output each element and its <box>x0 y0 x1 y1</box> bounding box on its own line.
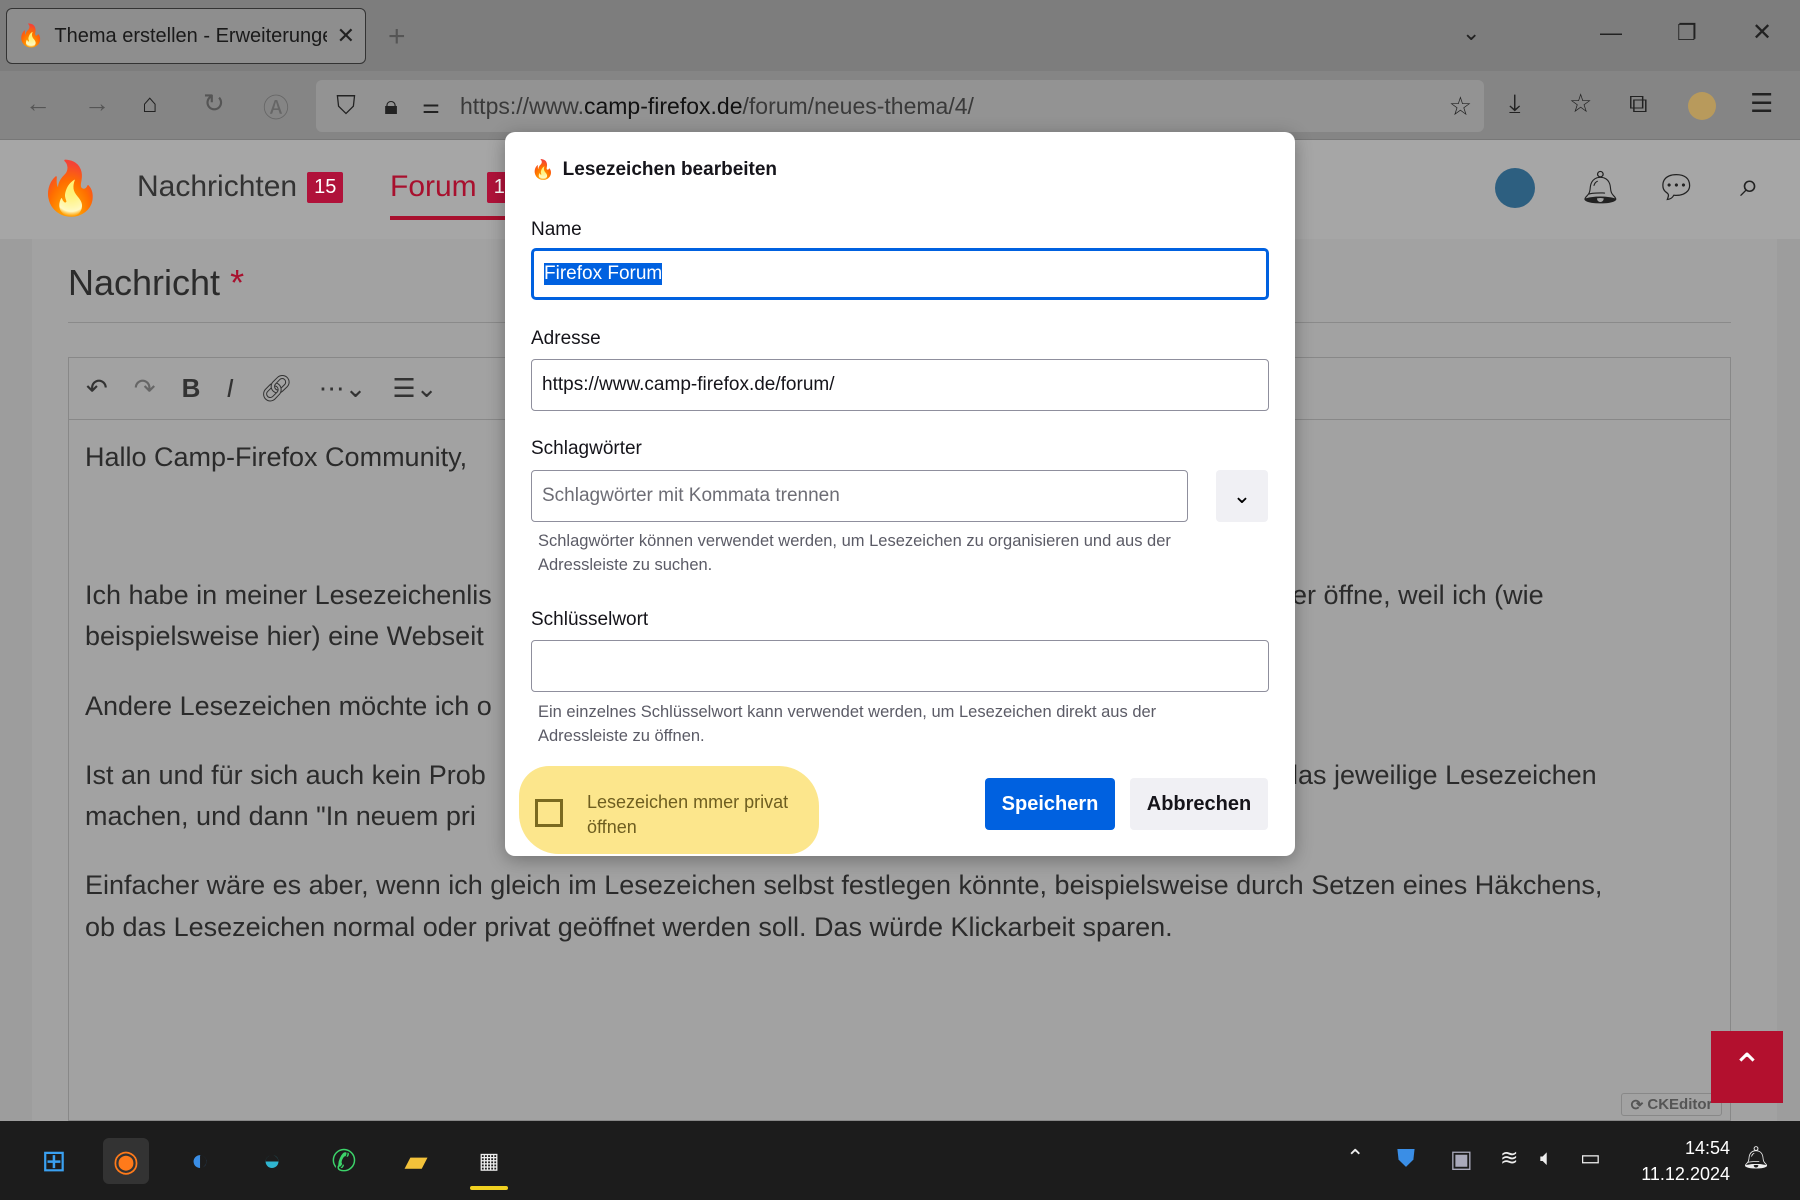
tags-help: Schlagwörter können verwendet werden, um… <box>538 532 1171 574</box>
bold-icon[interactable]: B <box>182 373 201 404</box>
forward-icon[interactable]: → <box>84 88 110 119</box>
save-button[interactable]: Speichern <box>985 778 1115 830</box>
scroll-to-top-button[interactable]: ⌃ <box>1711 1031 1783 1103</box>
notifications-bell-icon[interactable]: 🔔︎ <box>1580 168 1621 206</box>
more-icon[interactable]: ⋯⌄ <box>319 373 367 404</box>
url-prefix: https://www. <box>460 92 584 119</box>
whatsapp-taskbar-icon[interactable]: ✆ <box>321 1138 367 1184</box>
editor-line: er öffne, weil ich (wie <box>1292 580 1544 610</box>
message-heading: Nachricht * <box>68 262 245 303</box>
editor-line: machen, und dann "In neuem pri <box>85 801 476 831</box>
ckeditor-badge[interactable]: ⟳ CKEditor <box>1621 1093 1722 1116</box>
bookmarks-icon[interactable]: ☆ <box>1569 88 1592 119</box>
site-logo-flame-icon[interactable]: 🔥 <box>38 158 103 219</box>
tags-placeholder: Schlagwörter mit Kommata trennen <box>542 485 840 506</box>
editor-line: beispielsweise hier) eine Webseit <box>85 621 484 651</box>
tags-dropdown-button[interactable]: ⌄ <box>1216 470 1268 522</box>
italic-icon[interactable]: I <box>226 373 233 404</box>
menu-icon[interactable]: ☰ <box>1750 88 1773 119</box>
firefox-taskbar-icon[interactable]: ◉ <box>103 1138 149 1184</box>
private-checkbox-label[interactable]: Lesezeichen mmer privat öffnen <box>587 790 807 840</box>
security-shield-icon[interactable]: ⛊ <box>1397 1145 1415 1173</box>
conversations-icon[interactable]: 💬︎ <box>1656 168 1697 206</box>
name-value-selected: Firefox Forum <box>544 263 663 285</box>
account-avatar[interactable] <box>1688 92 1716 120</box>
browser-tab[interactable]: 🔥 Thema erstellen - Erweiterunge ✕ <box>6 8 366 64</box>
new-tab-icon[interactable]: + <box>388 20 406 54</box>
keyword-label: Schlüsselwort <box>531 609 649 630</box>
chevron-down-icon: ⌄ <box>1232 483 1252 508</box>
thunderbird-taskbar-icon[interactable]: ◐ <box>177 1138 223 1184</box>
dialog-title: 🔥 Lesezeichen bearbeiten <box>531 159 778 181</box>
keyword-help: Ein einzelnes Schlüsselwort kann verwend… <box>538 703 1157 745</box>
name-input[interactable]: Firefox Forum <box>531 248 1269 300</box>
editor-line: Einfacher wäre es aber, wenn ich gleich … <box>85 870 1603 900</box>
translate-icon[interactable]: Ⓐ <box>263 88 289 125</box>
time: 14:54 <box>1684 1138 1730 1158</box>
clock[interactable]: 14:54 11.12.2024 <box>1625 1135 1730 1187</box>
url-path: /forum/neues-thema/4/ <box>742 92 974 119</box>
nav-label: Forum <box>390 170 477 203</box>
flame-icon: 🔥 <box>531 160 555 181</box>
address-input[interactable]: https://www.camp-firefox.de/forum/ <box>531 359 1269 411</box>
edge-taskbar-icon[interactable]: ◒ <box>249 1138 295 1184</box>
editor-line: Ich habe in meiner Lesezeichenlis <box>85 580 492 610</box>
address-value: https://www.camp-firefox.de/forum/ <box>542 374 835 395</box>
private-checkbox[interactable] <box>535 799 563 827</box>
url-domain: camp-firefox.de <box>583 92 743 119</box>
cancel-button[interactable]: Abbrechen <box>1130 778 1268 830</box>
nav-forum[interactable]: Forum15 <box>390 170 523 220</box>
link-icon[interactable]: 🔗︎ <box>260 373 293 404</box>
editor-line: ob das Lesezeichen normal oder privat ge… <box>85 912 1173 942</box>
list-icon[interactable]: ☰⌄ <box>392 373 437 404</box>
shield-icon[interactable]: ⛉ <box>328 90 364 122</box>
permissions-icon[interactable]: ⚌ <box>416 94 446 119</box>
tags-input[interactable]: Schlagwörter mit Kommata trennen <box>531 470 1188 522</box>
keyword-input[interactable] <box>531 640 1269 692</box>
minimize-icon[interactable]: — <box>1600 20 1622 46</box>
editor-line: Hallo Camp-Firefox Community, <box>85 442 468 472</box>
tab-list-chevron-icon[interactable]: ⌄ <box>1462 20 1480 46</box>
close-window-icon[interactable]: ✕ <box>1752 18 1772 47</box>
url-bar[interactable]: ⛉ 🔒︎ ⚌ https://www. camp-firefox.de/forum… <box>316 80 1484 132</box>
reload-icon[interactable]: ↻ <box>203 88 225 119</box>
file-explorer-taskbar-icon[interactable]: ▰ <box>393 1138 439 1184</box>
video-editor-taskbar-icon[interactable]: ▦ <box>466 1138 512 1184</box>
battery-icon[interactable]: ▭ <box>1580 1145 1601 1171</box>
edit-bookmark-dialog: 🔥 Lesezeichen bearbeiten Name Firefox For… <box>505 132 1295 856</box>
tab-title: Thema erstellen - Erweiterunge <box>54 24 327 47</box>
start-windows-icon[interactable]: ⊞ <box>31 1138 77 1184</box>
bookmark-star-icon[interactable]: ☆ <box>1449 91 1472 122</box>
wifi-icon[interactable]: ≋ <box>1500 1145 1518 1171</box>
editor-line: Andere Lesezeichen möchte ich o <box>85 691 492 721</box>
name-label: Name <box>531 219 582 240</box>
back-icon[interactable]: ← <box>25 88 51 119</box>
chevron-up-icon: ⌃ <box>1731 1046 1763 1087</box>
date: 11.12.2024 <box>1641 1164 1730 1184</box>
address-label: Adresse <box>531 328 601 349</box>
notification-center-icon[interactable]: 🔔︎ <box>1742 1145 1770 1171</box>
undo-icon[interactable]: ↶ <box>86 373 108 404</box>
redo-icon[interactable]: ↷ <box>134 373 156 404</box>
downloads-icon[interactable]: ⤓ <box>1509 88 1521 120</box>
flame-favicon-icon: 🔥 <box>17 23 45 48</box>
vpn-lock-icon[interactable]: ▣ <box>1450 1145 1473 1174</box>
close-tab-icon[interactable]: ✕ <box>337 23 355 49</box>
nav-label: Nachrichten <box>137 170 298 203</box>
editor-line: Ist an und für sich auch kein Prob <box>85 760 486 790</box>
tags-label: Schlagwörter <box>531 438 642 459</box>
restore-icon[interactable]: ❐ <box>1677 20 1697 46</box>
tray-overflow-chevron-icon[interactable]: ⌃ <box>1346 1145 1364 1171</box>
volume-icon[interactable]: 🔈︎ <box>1540 1145 1553 1171</box>
nav-badge: 15 <box>307 171 344 203</box>
user-avatar[interactable] <box>1495 168 1535 208</box>
search-icon[interactable]: ⌕ <box>1740 166 1759 205</box>
nav-nachrichten[interactable]: Nachrichten 15 <box>137 170 344 204</box>
lock-icon[interactable]: 🔒︎ <box>376 90 406 122</box>
extensions-icon[interactable]: ⧉ <box>1629 88 1648 120</box>
active-indicator <box>470 1186 508 1190</box>
home-icon[interactable]: ⌂ <box>142 88 158 119</box>
editor-line: las jeweilige Lesezeichen <box>1292 760 1597 790</box>
